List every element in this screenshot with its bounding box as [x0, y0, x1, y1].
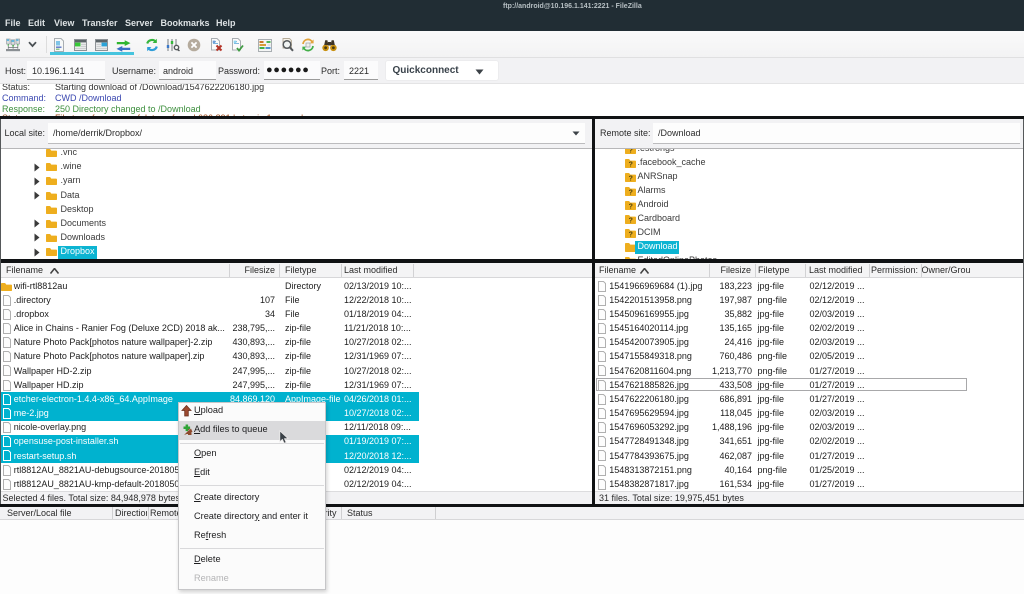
svg-text:?: ? — [628, 232, 632, 239]
svg-text:?: ? — [628, 149, 632, 153]
svg-text:?: ? — [628, 189, 632, 196]
svg-text:?: ? — [628, 203, 632, 210]
svg-text:?: ? — [628, 217, 632, 224]
svg-text:?: ? — [628, 175, 632, 182]
svg-text:?: ? — [628, 161, 632, 168]
